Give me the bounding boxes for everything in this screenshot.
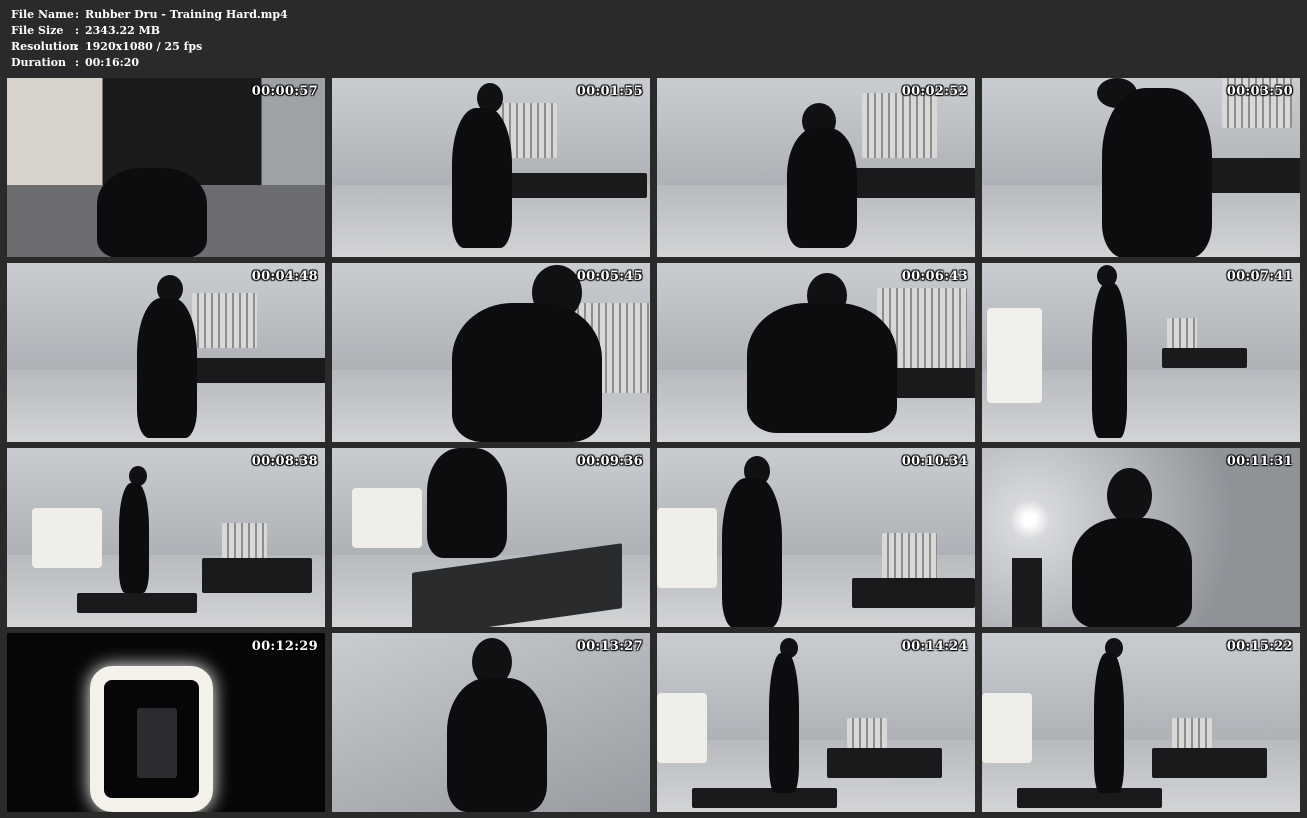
thumbnail: 00:04:48 <box>7 263 325 442</box>
duration-row: Duration : 00:16:20 <box>11 55 288 71</box>
thumbnail: 00:07:41 <box>982 263 1300 442</box>
thumbnail-grid: 00:00:57 00:01:55 00:02:52 00:03:50 00:0… <box>7 78 1300 812</box>
separator: : <box>75 8 80 21</box>
file-info-header: File Name : Rubber Dru - Training Hard.m… <box>11 7 288 71</box>
resolution-row: Resolution : 1920x1080 / 25 fps <box>11 39 288 55</box>
file-name-value: Rubber Dru - Training Hard.mp4 <box>85 8 288 21</box>
thumbnail: 00:01:55 <box>332 78 650 257</box>
thumbnail-timestamp: 00:09:36 <box>576 454 643 469</box>
thumbnail-timestamp: 00:05:45 <box>576 269 643 284</box>
thumbnail-timestamp: 00:06:43 <box>901 269 968 284</box>
file-name-label: File Name <box>11 8 74 21</box>
duration-label: Duration <box>11 56 67 69</box>
thumbnail-timestamp: 00:02:52 <box>901 84 968 99</box>
file-size-row: File Size : 2343.22 MB <box>11 23 288 39</box>
thumbnail: 00:02:52 <box>657 78 975 257</box>
duration-value: 00:16:20 <box>85 56 140 69</box>
separator: : <box>75 40 80 53</box>
separator: : <box>75 24 80 37</box>
separator: : <box>75 56 80 69</box>
thumbnail: 00:08:38 <box>7 448 325 627</box>
thumbnail-timestamp: 00:08:38 <box>251 454 318 469</box>
thumbnail-timestamp: 00:03:50 <box>1226 84 1293 99</box>
thumbnail-timestamp: 00:15:22 <box>1226 639 1293 654</box>
thumbnail: 00:12:29 <box>7 633 325 812</box>
thumbnail: 00:03:50 <box>982 78 1300 257</box>
thumbnail-timestamp: 00:14:24 <box>901 639 968 654</box>
thumbnail-timestamp: 00:01:55 <box>576 84 643 99</box>
thumbnail: 00:10:34 <box>657 448 975 627</box>
thumbnail: 00:09:36 <box>332 448 650 627</box>
thumbnail: 00:15:22 <box>982 633 1300 812</box>
file-name-row: File Name : Rubber Dru - Training Hard.m… <box>11 7 288 23</box>
thumbnail-timestamp: 00:10:34 <box>901 454 968 469</box>
thumbnail: 00:11:31 <box>982 448 1300 627</box>
thumbnail: 00:05:45 <box>332 263 650 442</box>
thumbnail-timestamp: 00:07:41 <box>1226 269 1293 284</box>
resolution-value: 1920x1080 / 25 fps <box>85 40 203 53</box>
thumbnail-timestamp: 00:04:48 <box>251 269 318 284</box>
file-size-label: File Size <box>11 24 64 37</box>
thumbnail: 00:00:57 <box>7 78 325 257</box>
thumbnail: 00:14:24 <box>657 633 975 812</box>
thumbnail-timestamp: 00:11:31 <box>1226 454 1293 469</box>
thumbnail: 00:13:27 <box>332 633 650 812</box>
file-size-value: 2343.22 MB <box>85 24 161 37</box>
thumbnail: 00:06:43 <box>657 263 975 442</box>
thumbnail-timestamp: 00:12:29 <box>251 639 318 654</box>
thumbnail-timestamp: 00:13:27 <box>576 639 643 654</box>
thumbnail-timestamp: 00:00:57 <box>251 84 318 99</box>
resolution-label: Resolution <box>11 40 78 53</box>
